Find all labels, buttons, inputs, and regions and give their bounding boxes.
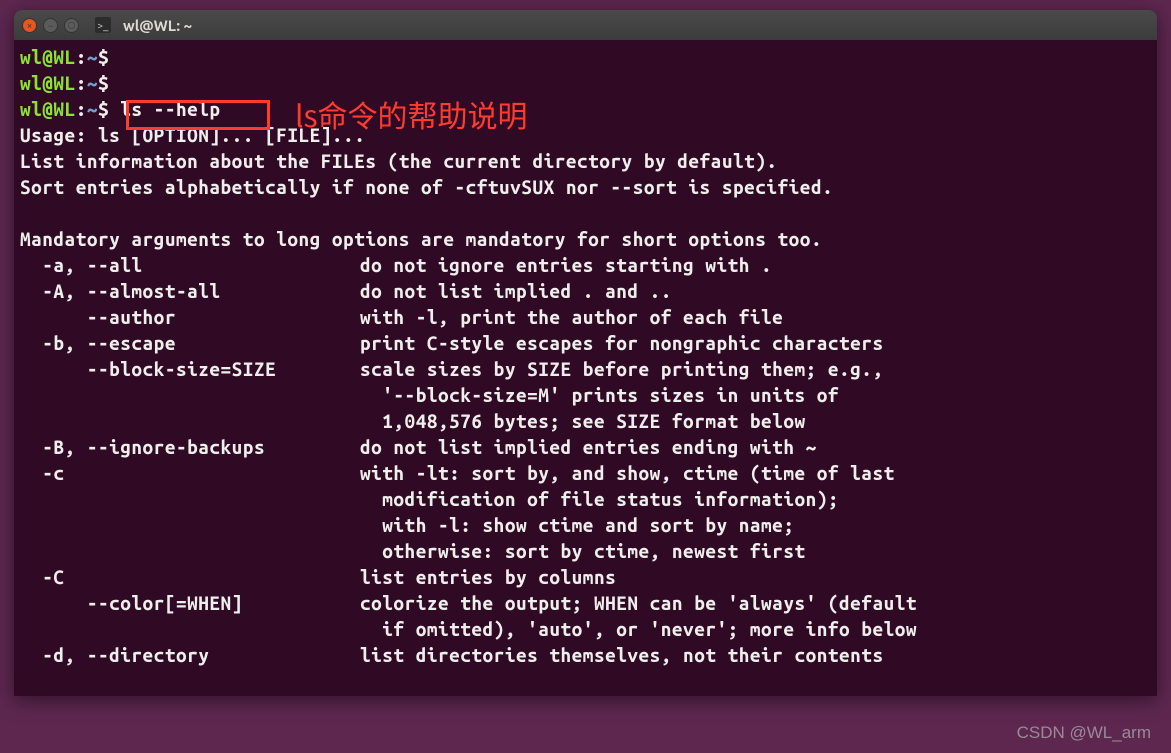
option-desc: with -lt: sort by, and show, ctime (time… xyxy=(360,462,895,484)
option-desc: '--block-size=M' prints sizes in units o… xyxy=(360,384,839,406)
option-row: '--block-size=M' prints sizes in units o… xyxy=(20,382,1151,408)
help-mandatory: Mandatory arguments to long options are … xyxy=(20,228,822,250)
option-flag: -B, --ignore-backups xyxy=(20,434,360,460)
option-row: 1,048,576 bytes; see SIZE format below xyxy=(20,408,1151,434)
option-row: --color[=WHEN]colorize the output; WHEN … xyxy=(20,590,1151,616)
option-row: -cwith -lt: sort by, and show, ctime (ti… xyxy=(20,460,1151,486)
option-flag: -C xyxy=(20,564,360,590)
prompt-line: wl@WL:~$ xyxy=(20,46,109,68)
option-row: -A, --almost-alldo not list implied . an… xyxy=(20,278,1151,304)
help-desc: List information about the FILEs (the cu… xyxy=(20,150,778,172)
option-desc: list entries by columns xyxy=(360,566,616,588)
option-row: -d, --directorylist directories themselv… xyxy=(20,642,1151,668)
close-button[interactable]: × xyxy=(22,18,37,33)
terminal-body[interactable]: wl@WL:~$ wl@WL:~$ wl@WL:~$ ls --help Usa… xyxy=(14,40,1157,672)
prompt-host: WL xyxy=(53,46,75,68)
prompt-line: wl@WL:~$ xyxy=(20,72,109,94)
annotation-text: ls命令的帮助说明 xyxy=(295,92,528,136)
minimize-button[interactable]: − xyxy=(43,18,58,33)
option-desc: with -l: show ctime and sort by name; xyxy=(360,514,794,536)
prompt-line: wl@WL:~$ xyxy=(20,98,109,120)
watermark: CSDN @WL_arm xyxy=(1017,723,1151,743)
option-desc: with -l, print the author of each file xyxy=(360,306,783,328)
option-flag: -A, --almost-all xyxy=(20,278,360,304)
titlebar[interactable]: × − ▢ >_ wl@WL: ~ xyxy=(14,10,1157,40)
option-desc: colorize the output; WHEN can be 'always… xyxy=(360,592,917,614)
option-flag: -b, --escape xyxy=(20,330,360,356)
option-row: --authorwith -l, print the author of eac… xyxy=(20,304,1151,330)
option-row: otherwise: sort by ctime, newest first xyxy=(20,538,1151,564)
option-desc: otherwise: sort by ctime, newest first xyxy=(360,540,806,562)
option-flag: --color[=WHEN] xyxy=(20,590,360,616)
option-row: with -l: show ctime and sort by name; xyxy=(20,512,1151,538)
command-text: ls --help xyxy=(120,98,220,120)
option-flag: --block-size=SIZE xyxy=(20,356,360,382)
prompt-user: wl xyxy=(20,46,42,68)
option-desc: if omitted), 'auto', or 'never'; more in… xyxy=(360,618,917,640)
option-flag: --author xyxy=(20,304,360,330)
option-desc: scale sizes by SIZE before printing them… xyxy=(360,358,884,380)
option-desc: 1,048,576 bytes; see SIZE format below xyxy=(360,410,806,432)
option-flag: -a, --all xyxy=(20,252,360,278)
option-row: -a, --alldo not ignore entries starting … xyxy=(20,252,1151,278)
option-flag: -d, --directory xyxy=(20,642,360,668)
option-row: -b, --escapeprint C-style escapes for no… xyxy=(20,330,1151,356)
option-row: -Clist entries by columns xyxy=(20,564,1151,590)
option-row: --block-size=SIZEscale sizes by SIZE bef… xyxy=(20,356,1151,382)
option-desc: do not ignore entries starting with . xyxy=(360,254,772,276)
option-desc: list directories themselves, not their c… xyxy=(360,644,884,666)
option-row: modification of file status information)… xyxy=(20,486,1151,512)
help-desc: Sort entries alphabetically if none of -… xyxy=(20,176,833,198)
prompt-path: ~ xyxy=(87,46,98,68)
option-flag: -c xyxy=(20,460,360,486)
option-desc: do not list implied entries ending with … xyxy=(360,436,817,458)
maximize-button[interactable]: ▢ xyxy=(64,18,79,33)
option-row: -B, --ignore-backupsdo not list implied … xyxy=(20,434,1151,460)
option-desc: do not list implied . and .. xyxy=(360,280,672,302)
terminal-icon: >_ xyxy=(95,17,111,33)
window-title: wl@WL: ~ xyxy=(123,17,192,34)
terminal-window: × − ▢ >_ wl@WL: ~ wl@WL:~$ wl@WL:~$ wl@W… xyxy=(14,10,1157,696)
option-row: if omitted), 'auto', or 'never'; more in… xyxy=(20,616,1151,642)
option-desc: print C-style escapes for nongraphic cha… xyxy=(360,332,884,354)
option-desc: modification of file status information)… xyxy=(360,488,839,510)
